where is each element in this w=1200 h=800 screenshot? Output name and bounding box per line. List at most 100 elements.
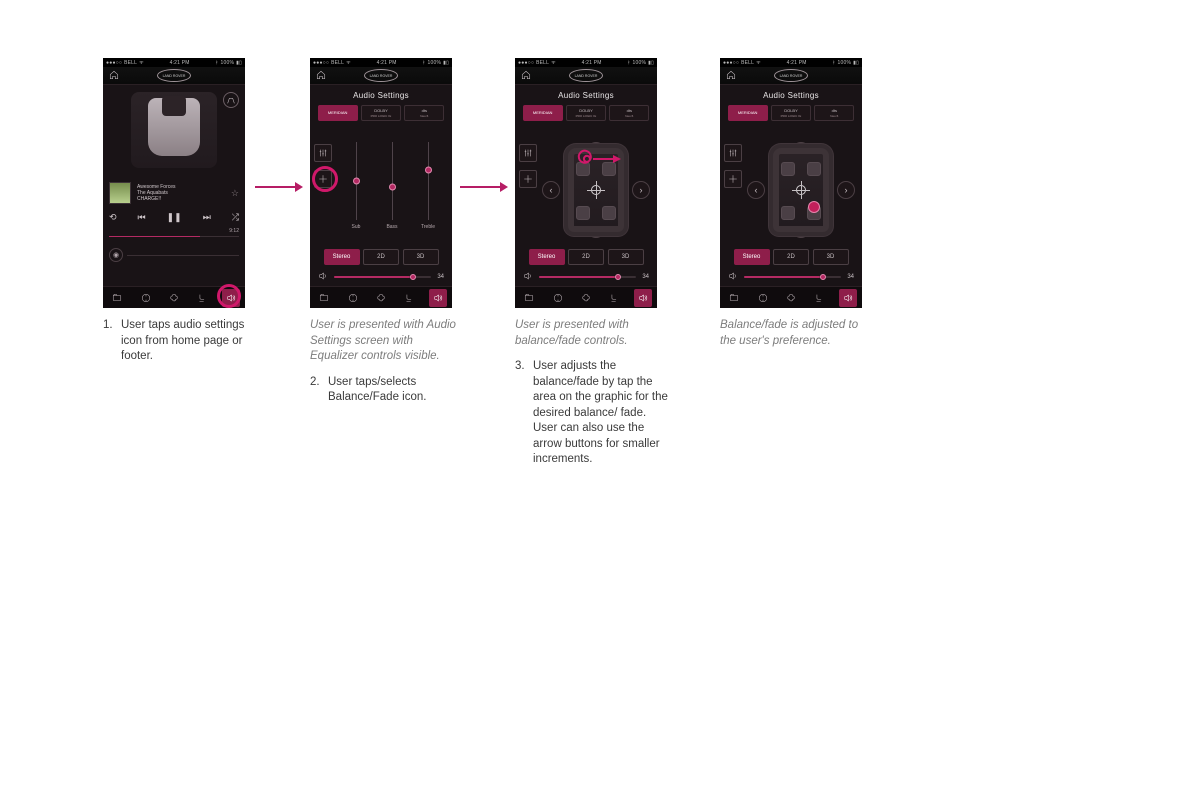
balance-right-button[interactable]: › bbox=[837, 181, 855, 199]
nav-seat-button[interactable] bbox=[605, 289, 623, 307]
volume-slider[interactable] bbox=[744, 276, 841, 278]
pause-button[interactable]: ❚❚ bbox=[167, 212, 182, 223]
wifi-icon: ᯤ bbox=[551, 60, 556, 66]
brand-tab-meridian[interactable]: MERIDIAN bbox=[318, 105, 358, 121]
brand-tab-dts[interactable]: dtsNeo:6 bbox=[404, 105, 444, 121]
bluetooth-icon: ᚼ bbox=[832, 60, 835, 66]
volume-icon bbox=[728, 271, 738, 283]
nav-audio-button[interactable] bbox=[429, 289, 447, 307]
top-bar: LAND ROVER bbox=[720, 67, 862, 85]
brand-tab-meridian[interactable]: MERIDIAN bbox=[728, 105, 768, 121]
brand-tab-dolby[interactable]: DOLBYPRO LOGIC IIx bbox=[361, 105, 401, 121]
source-button[interactable]: ◉ bbox=[109, 248, 123, 262]
mode-tab-2d[interactable]: 2D bbox=[773, 249, 809, 265]
equalizer-button[interactable] bbox=[724, 144, 742, 162]
caption-2-num: 2. bbox=[310, 375, 322, 406]
balance-fade-panel: ˄ ˅ ‹ › bbox=[746, 138, 856, 242]
eq-channel-sub[interactable]: Sub bbox=[342, 140, 370, 238]
progress-row[interactable]: 9:12 bbox=[109, 228, 239, 238]
top-bar: LAND ROVER bbox=[515, 67, 657, 85]
now-playing-row[interactable]: Awesome Forces The Aquabats CHARGE!! ☆ bbox=[109, 182, 239, 204]
nav-audio-button[interactable] bbox=[634, 289, 652, 307]
balance-right-button[interactable]: › bbox=[632, 181, 650, 199]
seat-illustration bbox=[148, 98, 200, 156]
caption-3: User is presented with balance/fade cont… bbox=[515, 318, 669, 468]
nav-media-button[interactable] bbox=[725, 289, 743, 307]
caption-3-gray: User is presented with balance/fade cont… bbox=[515, 318, 669, 349]
nav-nav-button[interactable] bbox=[344, 289, 362, 307]
sound-mode-tabs: Stereo 2D 3D bbox=[720, 248, 862, 266]
sound-mode-tabs: Stereo 2D 3D bbox=[515, 248, 657, 266]
status-time: 4:21 PM bbox=[377, 60, 397, 66]
brand-tab-dolby[interactable]: DOLBYPRO LOGIC IIx bbox=[566, 105, 606, 121]
nav-climate-button[interactable] bbox=[165, 289, 183, 307]
top-bar: LAND ROVER bbox=[310, 67, 452, 85]
nav-seat-button[interactable] bbox=[400, 289, 418, 307]
flow-step-2: ●●●○○BELLᯤ 4:21 PM ᚼ100%▮▯ LAND ROVER Au… bbox=[310, 58, 470, 406]
source-track bbox=[127, 255, 239, 256]
mode-tab-stereo[interactable]: Stereo bbox=[324, 249, 360, 265]
caption-2: User is presented with Audio Settings sc… bbox=[310, 318, 464, 406]
eq-side-controls bbox=[724, 144, 742, 188]
mode-tab-3d[interactable]: 3D bbox=[608, 249, 644, 265]
balance-fade-button[interactable] bbox=[314, 170, 332, 188]
caption-1-text: User taps audio settings icon from home … bbox=[121, 318, 257, 365]
nav-media-button[interactable] bbox=[108, 289, 126, 307]
volume-icon bbox=[523, 271, 533, 283]
mode-tab-3d[interactable]: 3D bbox=[813, 249, 849, 265]
home-button[interactable] bbox=[316, 70, 326, 82]
mode-tab-stereo[interactable]: Stereo bbox=[529, 249, 565, 265]
nav-nav-button[interactable] bbox=[137, 289, 155, 307]
mode-tab-2d[interactable]: 2D bbox=[363, 249, 399, 265]
nav-media-button[interactable] bbox=[315, 289, 333, 307]
nav-climate-button[interactable] bbox=[782, 289, 800, 307]
shuffle-button[interactable]: ⤮ bbox=[232, 212, 239, 223]
brand-tab-dts[interactable]: dtsNeo:6 bbox=[814, 105, 854, 121]
favorite-icon[interactable]: ☆ bbox=[231, 188, 239, 199]
mode-tab-stereo[interactable]: Stereo bbox=[734, 249, 770, 265]
nav-seat-button[interactable] bbox=[810, 289, 828, 307]
brand-tab-meridian[interactable]: MERIDIAN bbox=[523, 105, 563, 121]
album-art bbox=[109, 182, 131, 204]
equalizer-button[interactable] bbox=[519, 144, 537, 162]
seat-card[interactable] bbox=[131, 92, 217, 168]
phone-frame: ●●●○○BELLᯤ 4:21 PM ᚼ100%▮▯ LAND ROVER Au… bbox=[515, 58, 657, 308]
equalizer-button[interactable] bbox=[314, 144, 332, 162]
nav-nav-button[interactable] bbox=[549, 289, 567, 307]
nav-climate-button[interactable] bbox=[372, 289, 390, 307]
nav-seat-button[interactable] bbox=[193, 289, 211, 307]
balance-fade-button[interactable] bbox=[519, 170, 537, 188]
volume-slider[interactable] bbox=[334, 276, 431, 278]
brand-tab-dts[interactable]: dtsNeo:6 bbox=[609, 105, 649, 121]
car-top-view[interactable] bbox=[769, 144, 833, 236]
nav-nav-button[interactable] bbox=[754, 289, 772, 307]
brand-tab-dolby[interactable]: DOLBYPRO LOGIC IIx bbox=[771, 105, 811, 121]
home-button[interactable] bbox=[726, 70, 736, 82]
balance-left-button[interactable]: ‹ bbox=[747, 181, 765, 199]
next-button[interactable]: ⏭ bbox=[203, 212, 211, 223]
nav-audio-button[interactable] bbox=[839, 289, 857, 307]
home-button[interactable] bbox=[521, 70, 531, 82]
carrier-label: BELL bbox=[124, 60, 137, 66]
balance-fade-button[interactable] bbox=[724, 170, 742, 188]
home-button[interactable] bbox=[109, 70, 119, 82]
eq-channel-bass[interactable]: Bass bbox=[378, 140, 406, 238]
balance-left-button[interactable]: ‹ bbox=[542, 181, 560, 199]
battery-icon: ▮▯ bbox=[853, 60, 859, 66]
flow-step-4: ●●●○○BELLᯤ 4:21 PM ᚼ100%▮▯ LAND ROVER Au… bbox=[720, 58, 880, 359]
nav-climate-button[interactable] bbox=[577, 289, 595, 307]
volume-slider[interactable] bbox=[539, 276, 636, 278]
nav-media-button[interactable] bbox=[520, 289, 538, 307]
mode-tab-3d[interactable]: 3D bbox=[403, 249, 439, 265]
eq-channel-treble[interactable]: Treble bbox=[414, 140, 442, 238]
screen-title: Audio Settings bbox=[515, 85, 657, 105]
car-top-view[interactable] bbox=[564, 144, 628, 236]
repeat-button[interactable]: ⟲ bbox=[109, 212, 117, 223]
nav-audio-button[interactable] bbox=[222, 289, 240, 307]
prev-button[interactable]: ⏮ bbox=[138, 212, 146, 223]
footer-nav bbox=[720, 286, 862, 308]
phone-frame: ●●●○○ BELL ᯤ 4:21 PM ᚼ 100% ▮▯ LAND ROVE… bbox=[103, 58, 245, 308]
equalizer-panel: Sub Bass Treble bbox=[338, 140, 446, 238]
mode-tab-2d[interactable]: 2D bbox=[568, 249, 604, 265]
seat-controls-button[interactable] bbox=[223, 92, 239, 108]
